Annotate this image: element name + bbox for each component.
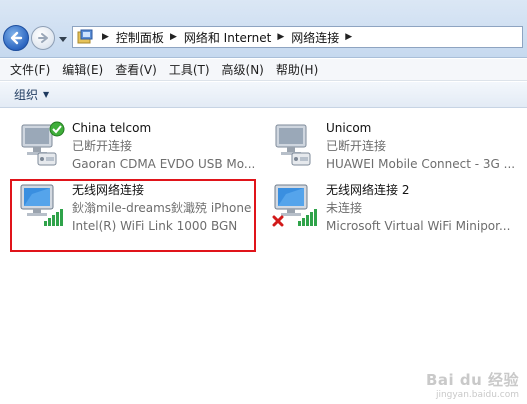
breadcrumb[interactable]: ▶ 控制面板 ▶ 网络和 Internet ▶ 网络连接 ▶ <box>72 26 523 48</box>
connection-status: 已断开连接 <box>326 139 387 153</box>
menu-edit[interactable]: 编辑(E) <box>56 59 109 81</box>
connection-status: 已断开连接 <box>72 139 133 153</box>
control-panel-icon <box>77 29 93 44</box>
connection-name: China telcom <box>72 121 152 135</box>
breadcrumb-network-connections[interactable]: 网络连接 <box>291 29 339 46</box>
connection-china-telcom[interactable]: China telcom 已断开连接 Gaoran CDMA EVDO USB … <box>18 119 258 181</box>
menu-view[interactable]: 查看(V) <box>109 59 163 81</box>
breadcrumb-separator-icon[interactable]: ▶ <box>102 32 109 42</box>
address-toolbar: ▶ 控制面板 ▶ 网络和 Internet ▶ 网络连接 ▶ <box>0 0 527 58</box>
menu-advanced[interactable]: 高级(N) <box>216 59 270 81</box>
organize-button[interactable]: 组织 <box>14 86 38 103</box>
connection-device: Microsoft Virtual WiFi Minipor... <box>326 219 511 233</box>
menu-tools[interactable]: 工具(T) <box>163 59 216 81</box>
watermark-logo: Bai du 经验 <box>425 371 519 389</box>
connection-device: HUAWEI Mobile Connect - 3G ... <box>326 157 516 171</box>
connection-name: 无线网络连接 2 <box>326 183 410 197</box>
baidu-watermark: Bai du 经验 jingyan.baidu.com <box>426 369 519 400</box>
connection-status: 未连接 <box>326 201 363 215</box>
breadcrumb-separator-icon[interactable]: ▶ <box>345 32 352 42</box>
wired-modem-icon <box>275 124 311 166</box>
connection-name: Unicom <box>326 121 372 135</box>
menu-file[interactable]: 文件(F) <box>4 59 56 81</box>
wired-modem-connected-icon <box>21 121 65 166</box>
back-button[interactable] <box>3 25 29 51</box>
organize-dropdown-icon[interactable]: ▼ <box>43 90 49 99</box>
forward-button[interactable] <box>31 26 55 50</box>
menu-bar: 文件(F) 编辑(E) 查看(V) 工具(T) 高级(N) 帮助(H) <box>0 59 527 81</box>
highlight-frame <box>10 179 256 252</box>
breadcrumb-control-panel[interactable]: 控制面板 <box>116 29 164 46</box>
connection-details: China telcom 已断开连接 Gaoran CDMA EVDO USB … <box>72 119 258 173</box>
breadcrumb-separator-icon[interactable]: ▶ <box>170 32 177 42</box>
connections-list: China telcom 已断开连接 Gaoran CDMA EVDO USB … <box>0 109 527 404</box>
connection-wireless-2[interactable]: 无线网络连接 2 未连接 Microsoft Virtual WiFi Mini… <box>272 181 522 243</box>
arrow-left-icon <box>10 31 23 45</box>
arrow-right-icon <box>38 33 48 43</box>
menu-help[interactable]: 帮助(H) <box>270 59 324 81</box>
connection-details: Unicom 已断开连接 HUAWEI Mobile Connect - 3G … <box>326 119 522 173</box>
command-bar: 组织 ▼ <box>0 82 527 108</box>
connection-unicom[interactable]: Unicom 已断开连接 HUAWEI Mobile Connect - 3G … <box>272 119 522 181</box>
watermark-url: jingyan.baidu.com <box>435 390 519 400</box>
connection-details: 无线网络连接 2 未连接 Microsoft Virtual WiFi Mini… <box>326 181 522 235</box>
breadcrumb-network-internet[interactable]: 网络和 Internet <box>184 29 271 46</box>
recent-pages-dropdown-icon[interactable] <box>59 35 67 43</box>
wireless-disconnected-icon <box>272 184 317 227</box>
breadcrumb-separator-icon[interactable]: ▶ <box>277 32 284 42</box>
connection-device: Gaoran CDMA EVDO USB Mo... <box>72 157 256 171</box>
